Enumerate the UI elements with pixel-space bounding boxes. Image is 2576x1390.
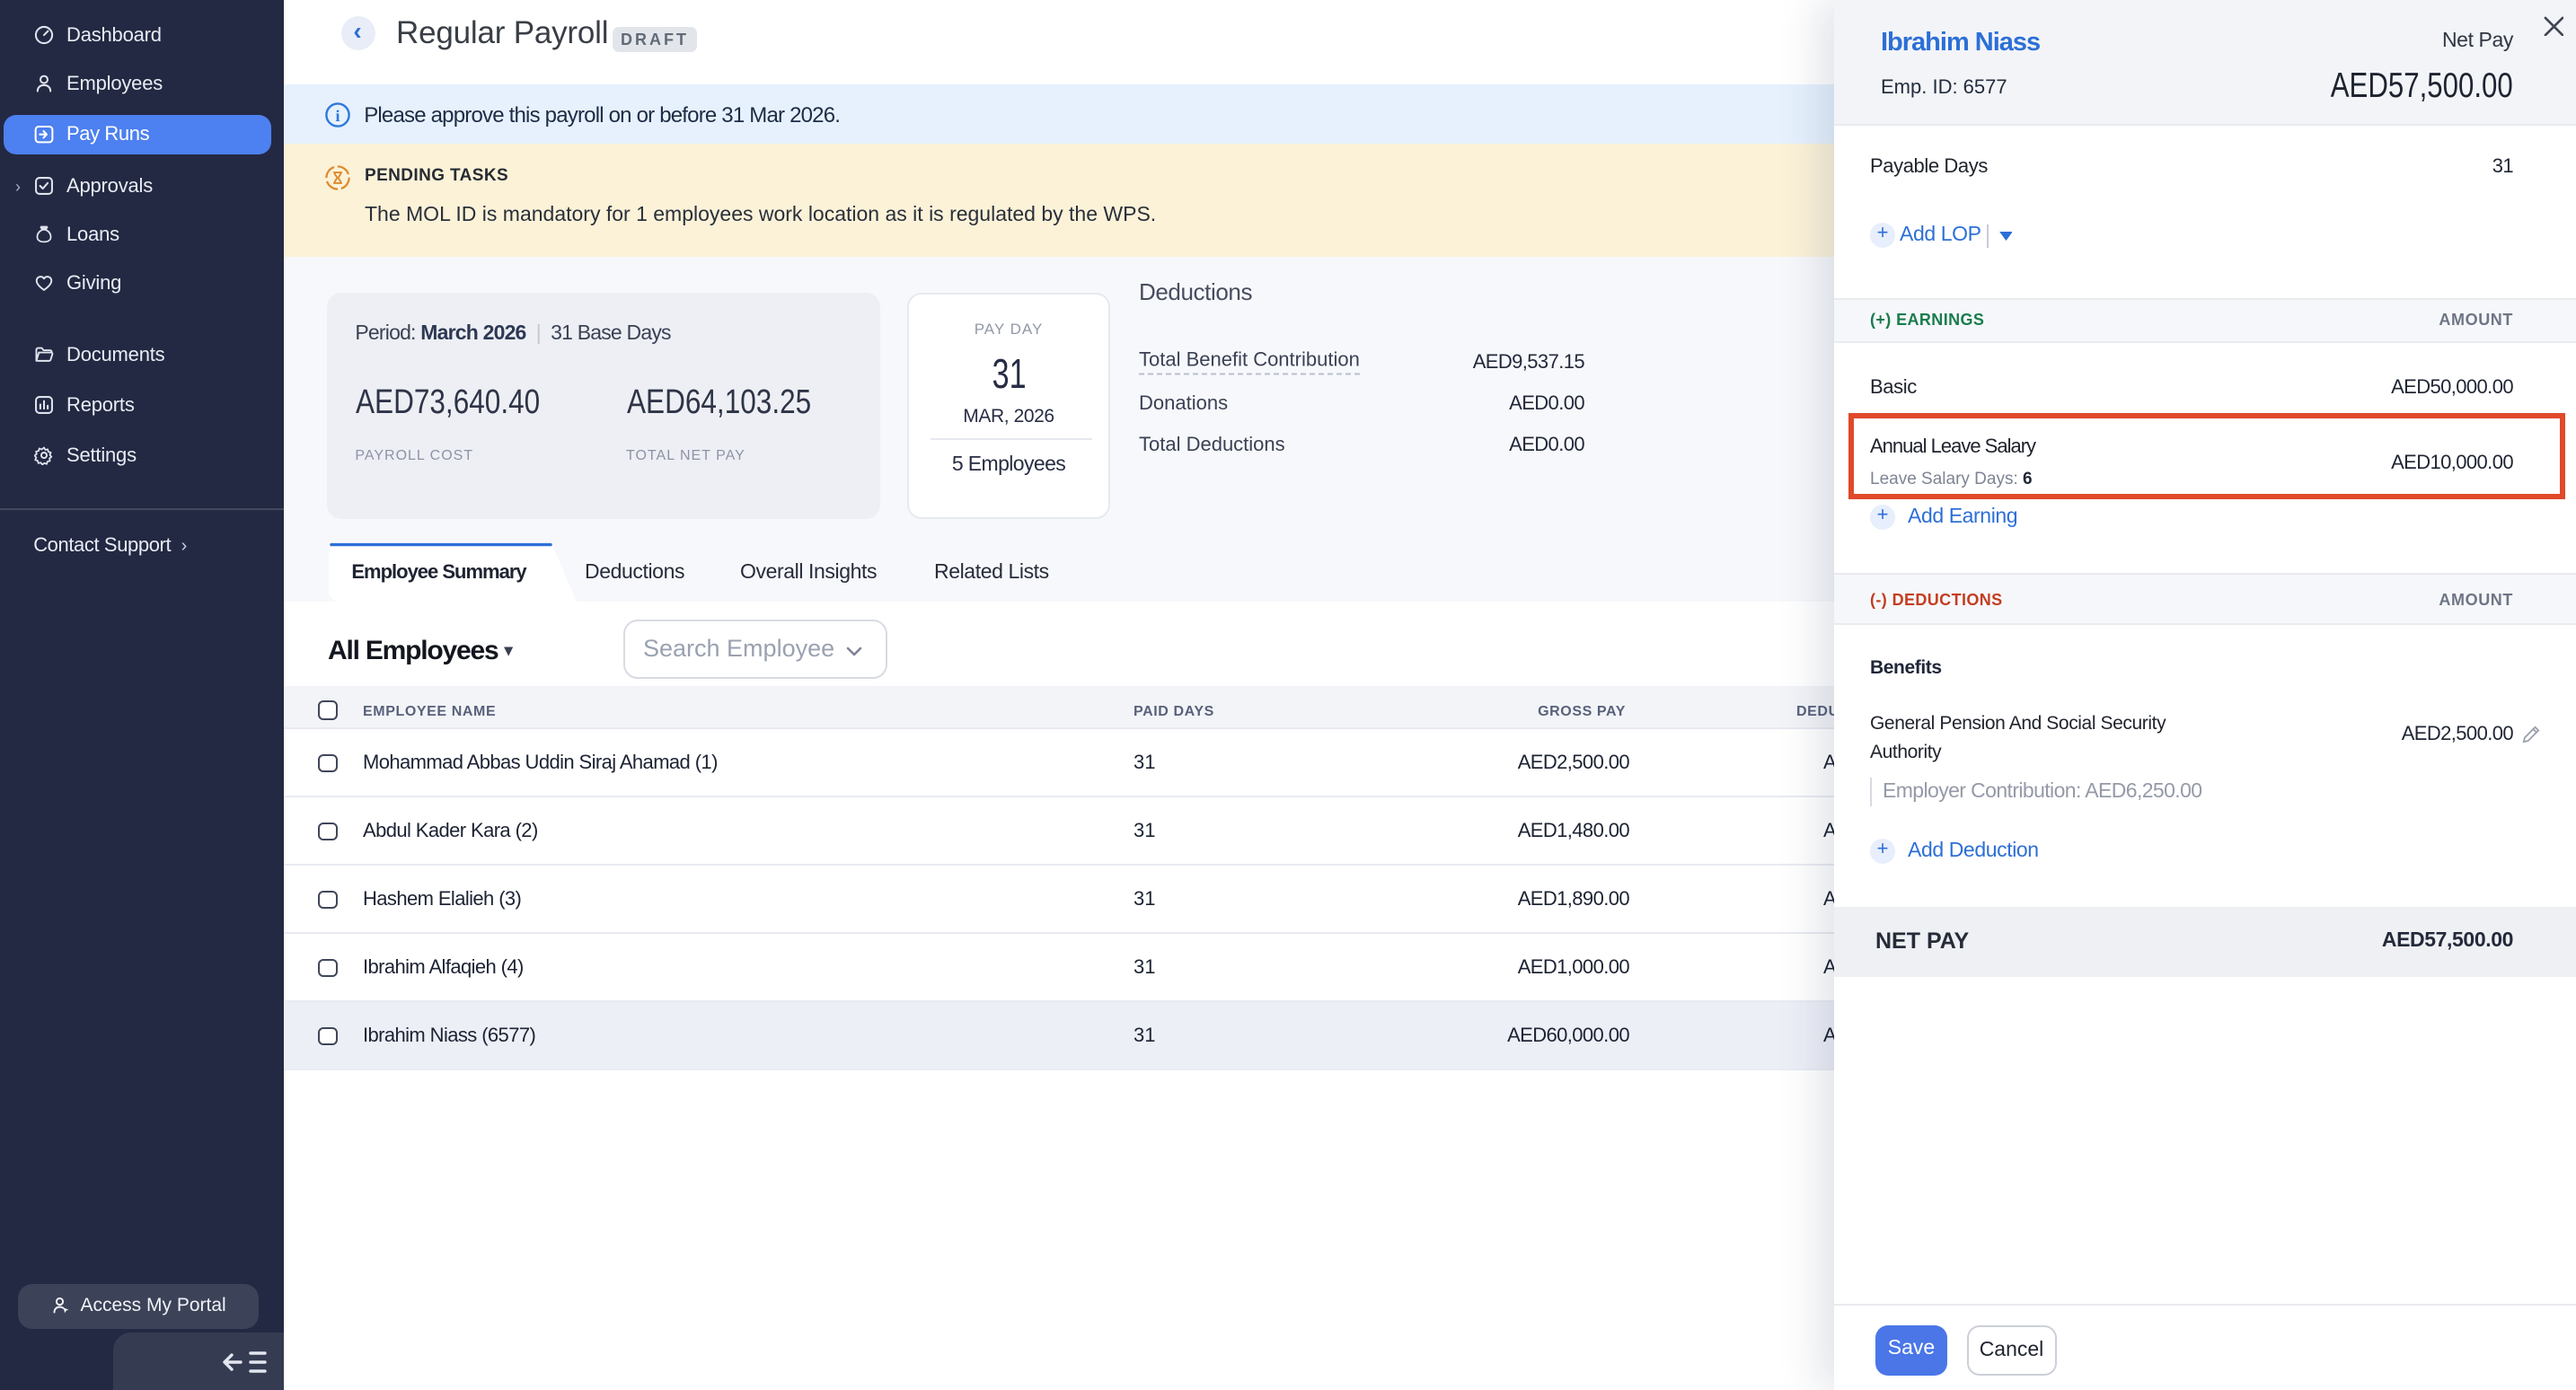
svg-text:i: i	[336, 107, 340, 125]
